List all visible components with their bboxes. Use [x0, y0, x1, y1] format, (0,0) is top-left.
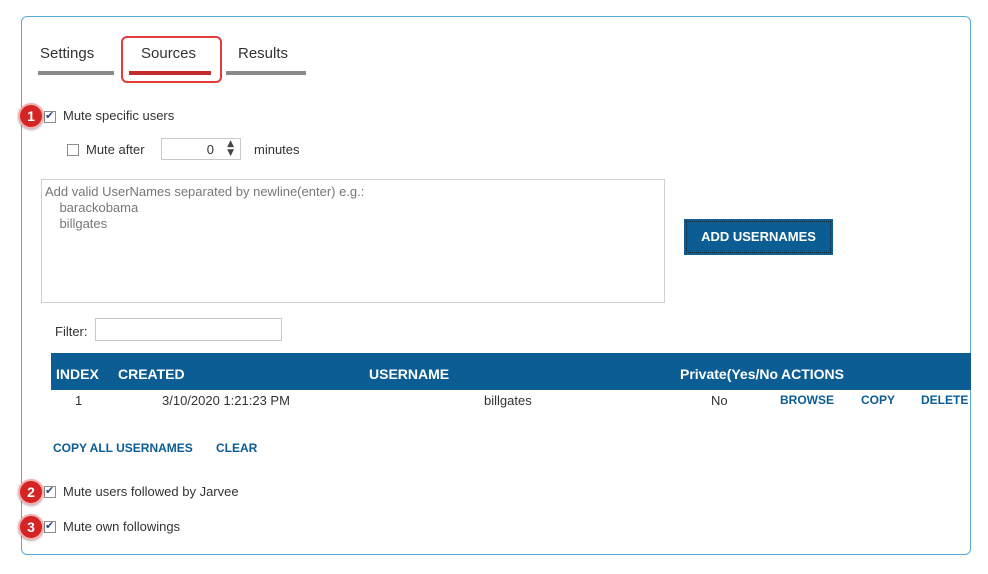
usernames-textarea[interactable]: Add valid UserNames separated by newline… — [41, 179, 665, 303]
row-username: billgates — [484, 393, 532, 408]
delete-link[interactable]: DELETE — [921, 393, 968, 407]
tab-settings-underline — [38, 71, 114, 75]
tab-settings[interactable]: Settings — [40, 45, 94, 62]
mute-specific-users-label: Mute specific users — [63, 108, 175, 123]
mute-after-value: 0 — [206, 142, 214, 157]
filter-label: Filter: — [55, 324, 88, 339]
col-created-header[interactable]: CREATED — [118, 366, 185, 382]
row-private: No — [711, 393, 728, 408]
row-created: 3/10/2020 1:21:23 PM — [162, 393, 290, 408]
tab-results[interactable]: Results — [238, 45, 288, 62]
col-index-header[interactable]: INDEX — [56, 366, 99, 382]
row-index: 1 — [75, 393, 83, 408]
mute-after-minutes-stepper[interactable]: 0 ▲ ▼ — [161, 138, 241, 160]
clear-link[interactable]: CLEAR — [216, 441, 257, 455]
mute-own-followings-checkbox[interactable] — [44, 519, 56, 533]
minutes-label: minutes — [254, 142, 300, 157]
mute-followed-by-jarvee-label: Mute users followed by Jarvee — [63, 484, 239, 499]
stepper-arrows-icon[interactable]: ▲ ▼ — [227, 140, 234, 158]
copy-all-usernames-link[interactable]: COPY ALL USERNAMES — [53, 441, 193, 455]
mute-specific-users-checkbox[interactable] — [44, 109, 56, 123]
browse-link[interactable]: BROWSE — [780, 393, 834, 407]
step-badge-1: 1 — [18, 103, 44, 129]
col-actions-header: ACTIONS — [781, 366, 844, 382]
step-badge-3: 3 — [18, 514, 44, 540]
copy-link[interactable]: COPY — [861, 393, 895, 407]
col-username-header[interactable]: USERNAME — [369, 366, 449, 382]
mute-own-followings-label: Mute own followings — [63, 519, 181, 534]
step-badge-2: 2 — [18, 479, 44, 505]
tab-results-underline — [226, 71, 306, 75]
add-usernames-button[interactable]: ADD USERNAMES — [684, 219, 833, 255]
tab-sources-highlight — [121, 36, 222, 83]
mute-after-label: Mute after — [86, 142, 145, 157]
col-private-header[interactable]: Private(Yes/No) — [680, 366, 778, 382]
mute-after-checkbox[interactable] — [67, 144, 79, 156]
usernames-table-header: INDEX CREATED USERNAME Private(Yes/No) A… — [51, 353, 971, 390]
filter-input[interactable] — [95, 318, 282, 341]
mute-followed-by-jarvee-checkbox[interactable] — [44, 484, 56, 498]
